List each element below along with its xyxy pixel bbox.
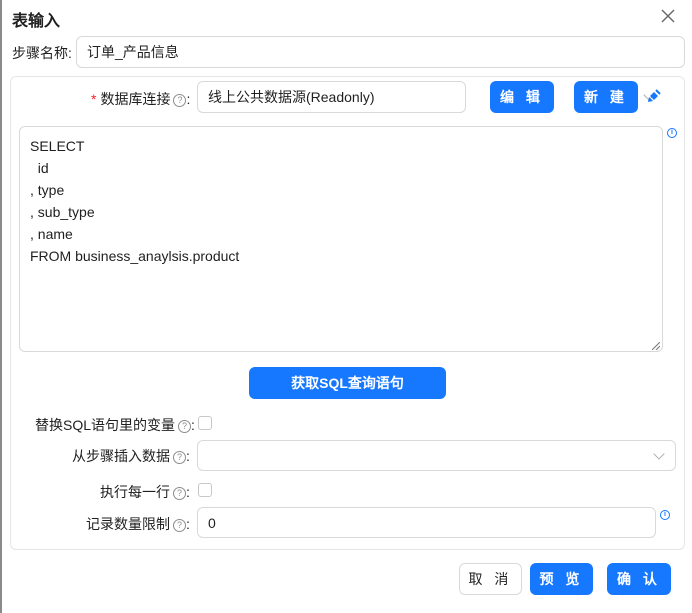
db-connection-value: 线上公共数据源(Readonly) <box>208 89 375 105</box>
preview-button[interactable]: 预 览 <box>530 563 593 595</box>
replace-vars-label-wrap: 替换SQL语句里的变量?: <box>35 415 195 435</box>
resize-handle-icon[interactable] <box>652 342 660 350</box>
execute-each-row-checkbox[interactable] <box>198 483 212 497</box>
db-connection-select[interactable]: 线上公共数据源(Readonly) <box>197 81 655 113</box>
record-limit-input[interactable]: 0 <box>197 507 656 538</box>
replace-vars-colon: : <box>191 417 195 433</box>
cancel-button[interactable]: 取 消 <box>459 563 522 595</box>
record-limit-value: 0 <box>208 514 216 531</box>
insert-from-step-label: 从步骤插入数据 <box>72 448 170 464</box>
confirm-button[interactable]: 确 认 <box>607 563 671 595</box>
record-limit-colon: : <box>186 516 190 532</box>
insert-from-step-select[interactable] <box>197 440 676 471</box>
close-icon[interactable] <box>658 6 678 26</box>
execute-each-row-label-wrap: 执行每一行?: <box>100 482 190 502</box>
required-mark: * <box>91 91 97 107</box>
new-connection-button[interactable]: 新 建 <box>574 81 638 113</box>
execute-each-row-label: 执行每一行 <box>100 484 170 500</box>
broom-icon[interactable] <box>646 88 662 104</box>
chevron-down-icon <box>653 448 665 460</box>
window-edge <box>0 0 2 613</box>
replace-vars-label: 替换SQL语句里的变量 <box>35 417 176 433</box>
db-connection-label-wrap: * 数据库连接?: <box>91 89 190 109</box>
record-limit-info-icon[interactable]: i <box>660 510 670 520</box>
db-connection-colon: : <box>186 91 191 107</box>
insert-from-step-colon: : <box>186 448 190 464</box>
db-connection-label: 数据库连接 <box>100 91 171 107</box>
step-name-value: 订单_产品信息 <box>87 44 179 60</box>
help-icon[interactable]: ? <box>173 451 186 464</box>
sql-textarea[interactable]: SELECT id , type , sub_type , name FROM … <box>19 126 663 352</box>
record-limit-label-wrap: 记录数量限制?: <box>86 514 190 534</box>
step-name-input[interactable]: 订单_产品信息 <box>76 36 685 68</box>
help-icon[interactable]: ? <box>173 487 186 500</box>
dialog-title: 表输入 <box>12 13 61 30</box>
execute-each-row-colon: : <box>186 484 190 500</box>
help-icon[interactable]: ? <box>178 420 192 433</box>
sql-info-icon[interactable]: i <box>667 128 677 138</box>
help-icon[interactable]: ? <box>173 519 186 532</box>
edit-connection-button[interactable]: 编 辑 <box>490 81 554 113</box>
step-name-label: 步骤名称: <box>12 45 72 61</box>
record-limit-label: 记录数量限制 <box>86 516 170 532</box>
help-icon[interactable]: ? <box>173 94 187 107</box>
fetch-sql-button[interactable]: 获取SQL查询语句 <box>249 367 446 399</box>
replace-vars-checkbox[interactable] <box>198 416 212 430</box>
insert-from-step-label-wrap: 从步骤插入数据?: <box>72 446 190 466</box>
